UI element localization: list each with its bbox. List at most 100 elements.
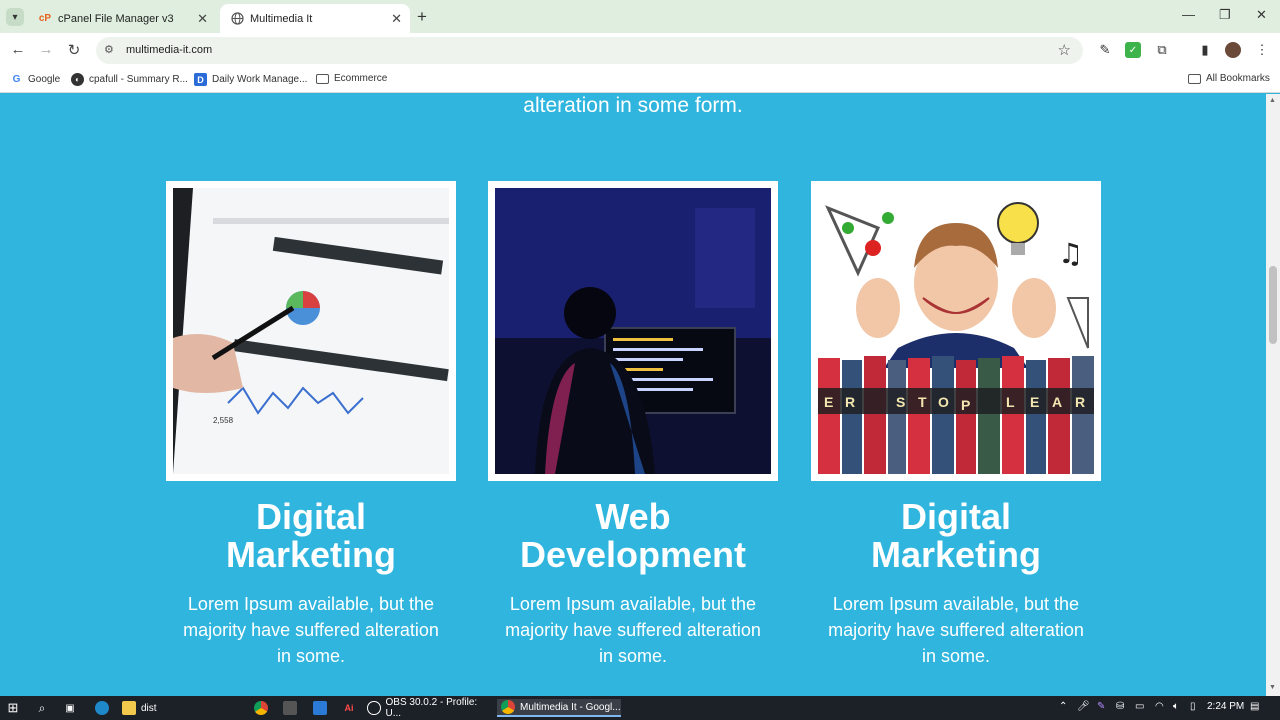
volume-icon[interactable]: 🔈︎ — [1173, 701, 1179, 712]
address-bar[interactable]: ⚙ multimedia-it.com ☆ — [96, 37, 1083, 64]
google-icon: G — [12, 74, 21, 85]
close-tab-icon[interactable]: ✕ — [197, 11, 208, 27]
microphone-icon[interactable]: 🎤︎ — [1077, 701, 1090, 712]
card-text-line: majority have suffered alteration — [828, 620, 1084, 640]
bookmark-label: Daily Work Manage... — [212, 74, 308, 85]
forward-arrow-icon[interactable]: → — [37, 41, 55, 58]
card-title: Digital Marketing — [161, 498, 461, 574]
notifications-icon[interactable]: ▤ — [1250, 701, 1259, 712]
obs-icon — [367, 701, 381, 715]
card-description: Lorem Ipsum available, but the majority … — [161, 591, 461, 669]
card-title-line: Web — [595, 496, 671, 537]
tablet-analytics-photo: 2,558 — [173, 188, 449, 474]
taskbar-label: OBS 30.0.2 - Profile: U... — [385, 697, 478, 719]
edge-app[interactable] — [95, 699, 114, 717]
battery-icon[interactable]: ▯ — [1190, 701, 1196, 712]
card-text-line: in some. — [276, 646, 346, 666]
meet-icon[interactable]: ▭ — [1135, 701, 1144, 712]
side-panel-icon[interactable]: ▮ — [1197, 42, 1213, 58]
url-text[interactable]: multimedia-it.com — [126, 44, 212, 56]
pen-icon[interactable]: ✎ — [1097, 701, 1105, 712]
more-menu-icon[interactable]: ⋮ — [1254, 42, 1270, 58]
card-image-digital-marketing: 2,558 — [166, 181, 456, 481]
girl-with-books-photo: ♫ E R S T O P L E A R — [818, 188, 1094, 474]
cpanel-icon: cP — [38, 13, 52, 24]
taskbar-item-dist[interactable]: dist — [122, 699, 242, 717]
tab-search-button[interactable]: ▾ — [6, 8, 24, 26]
minimize-icon[interactable]: — — [1182, 7, 1195, 22]
book-letter: R — [1075, 394, 1085, 410]
book-letter: P — [961, 397, 970, 413]
clock[interactable]: 2:24 PM — [1207, 701, 1244, 712]
card-text-line: Lorem Ipsum available, but the — [509, 594, 757, 614]
page-scrollbar[interactable]: ▲ ▼ — [1266, 94, 1280, 696]
browser-toolbar: ← → ↻ ⚙ multimedia-it.com ☆ ✎ ✓ ⧉ ▮ ⋮ — [0, 33, 1280, 67]
search-icon: ⌕ — [38, 700, 46, 715]
wifi-icon[interactable]: ◠ — [1155, 701, 1164, 712]
card-text-line: majority have suffered alteration — [505, 620, 761, 640]
tab-multimedia-it[interactable]: Multimedia It ✕ — [220, 4, 410, 33]
taskbar-item-chrome[interactable]: Multimedia It - Googl... — [497, 699, 621, 717]
restore-icon[interactable]: ❐ — [1219, 7, 1231, 23]
edge-icon — [95, 701, 109, 715]
developer-at-monitor-photo — [495, 188, 771, 474]
start-button[interactable]: ⊞ — [6, 699, 25, 717]
book-letter: S — [896, 394, 905, 410]
bookmark-cpafull[interactable]: ◐ cpafull - Summary R... — [71, 73, 188, 86]
card-text-line: in some. — [598, 646, 668, 666]
back-arrow-icon[interactable]: ← — [9, 41, 27, 58]
card-text-line: in some. — [921, 646, 991, 666]
tab-label: Multimedia It — [250, 12, 313, 25]
card-title-line: Development — [519, 534, 747, 575]
globe-icon — [230, 12, 244, 26]
card-text-line: majority have suffered alteration — [183, 620, 439, 640]
bookmark-ecommerce[interactable]: Ecommerce — [316, 73, 387, 84]
scrollbar-thumb[interactable] — [1269, 266, 1277, 344]
close-window-icon[interactable]: ✕ — [1256, 7, 1267, 23]
extensions-puzzle-icon[interactable]: ⧉ — [1154, 42, 1170, 58]
mail-app[interactable] — [313, 699, 332, 717]
calculator-app[interactable] — [283, 699, 302, 717]
windows-logo-icon: ⊞ — [7, 700, 19, 715]
scroll-down-icon[interactable]: ▼ — [1269, 684, 1276, 691]
tab-strip: ▾ cP cPanel File Manager v3 ✕ Multimedia… — [0, 0, 1280, 33]
bookmark-daily-work[interactable]: D Daily Work Manage... — [194, 73, 307, 86]
reload-icon[interactable]: ↻ — [65, 41, 83, 59]
close-tab-icon[interactable]: ✕ — [391, 11, 402, 27]
all-bookmarks-label: All Bookmarks — [1206, 73, 1270, 84]
card-image-digital-marketing-2: ♫ E R S T O P L E A R — [811, 181, 1101, 481]
new-tab-icon[interactable]: + — [417, 7, 427, 27]
bookmark-star-icon[interactable]: ☆ — [1058, 41, 1071, 59]
book-letter: E — [1030, 394, 1039, 410]
chrome-icon — [254, 701, 268, 715]
bookmark-label: Ecommerce — [334, 73, 388, 84]
globe-icon: ◐ — [71, 73, 84, 86]
chrome-app[interactable] — [254, 699, 273, 717]
green-extension-icon[interactable]: ✓ — [1125, 42, 1141, 58]
book-letter: L — [1006, 394, 1015, 410]
pen-extension-icon[interactable]: ✎ — [1097, 42, 1113, 58]
profile-avatar[interactable] — [1225, 42, 1241, 58]
card-title-line: Marketing — [870, 534, 1042, 575]
all-bookmarks[interactable]: All Bookmarks — [1188, 73, 1270, 84]
network-app-icon[interactable]: ⛁ — [1116, 701, 1124, 712]
card-title-line: Digital — [255, 496, 366, 537]
calculator-icon — [283, 701, 297, 715]
folder-icon — [316, 73, 329, 84]
bookmark-google[interactable]: G Google — [10, 73, 61, 86]
site-info-icon[interactable]: ⚙ — [104, 43, 114, 56]
svg-text:2,558: 2,558 — [213, 416, 234, 425]
svg-text:♫: ♫ — [1058, 237, 1083, 270]
task-view-icon: ▣ — [65, 702, 75, 714]
search-button[interactable]: ⌕ — [35, 699, 54, 717]
taskbar-item-obs[interactable]: OBS 30.0.2 - Profile: U... — [367, 697, 491, 719]
book-letter: R — [845, 394, 855, 410]
d-letter-icon: D — [194, 73, 207, 86]
chevron-up-icon[interactable]: ⌃ — [1059, 701, 1067, 712]
task-view-button[interactable]: ▣ — [63, 699, 82, 717]
scroll-up-icon[interactable]: ▲ — [1269, 97, 1276, 104]
card-title-line: Digital — [900, 496, 1011, 537]
tab-cpanel[interactable]: cP cPanel File Manager v3 ✕ — [30, 4, 216, 33]
illustrator-icon: Ai — [344, 703, 354, 713]
illustrator-app[interactable]: Ai — [342, 699, 361, 717]
